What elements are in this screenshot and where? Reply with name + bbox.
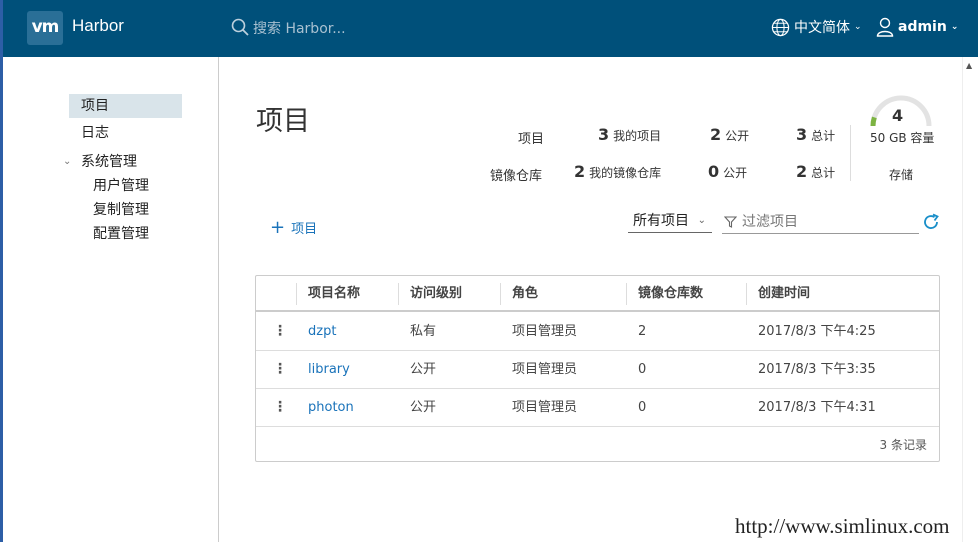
- brand-name[interactable]: Harbor: [72, 16, 124, 36]
- public-repos-stat: 0 公开: [708, 162, 748, 181]
- language-menu[interactable]: 中文简体 ⌄: [771, 17, 862, 37]
- row-actions-icon[interactable]: ⋮: [273, 313, 287, 350]
- total-projects-stat: 3 总计: [796, 125, 836, 144]
- repo-count: 2: [638, 324, 647, 339]
- username: admin: [898, 19, 947, 35]
- record-count: 3 条记录: [879, 438, 927, 452]
- access-level: 私有: [410, 324, 437, 339]
- column-header-created[interactable]: 创建时间: [758, 276, 810, 311]
- sidebar-item-admin[interactable]: 系统管理: [81, 150, 137, 174]
- refresh-icon[interactable]: [922, 213, 940, 231]
- created-time: 2017/8/3 下午3:35: [758, 362, 876, 377]
- storage-count: 4: [892, 106, 904, 125]
- column-separator: [398, 283, 399, 305]
- row-actions-icon[interactable]: ⋮: [273, 351, 287, 388]
- chevron-down-icon: ⌄: [697, 215, 706, 226]
- column-header-repo-count[interactable]: 镜像仓库数: [638, 276, 703, 311]
- sidebar-item-configuration[interactable]: 配置管理: [93, 222, 149, 246]
- filter-icon: [724, 216, 737, 228]
- table-row: ⋮ dzpt 私有 项目管理员 2 2017/8/3 下午4:25: [256, 313, 939, 351]
- repo-count: 0: [638, 400, 647, 415]
- sidebar-item-replication[interactable]: 复制管理: [93, 198, 149, 222]
- chevron-down-icon[interactable]: ⌄: [63, 156, 71, 167]
- storage-gauge-fill: [870, 116, 877, 127]
- access-level: 公开: [410, 362, 437, 377]
- my-repos-stat: 2 我的镜像仓库: [574, 162, 662, 181]
- role: 项目管理员: [512, 362, 578, 377]
- filter-input[interactable]: [742, 212, 912, 232]
- sidebar-item-logs[interactable]: 日志: [81, 121, 109, 145]
- role: 项目管理员: [512, 400, 578, 415]
- column-header-access[interactable]: 访问级别: [410, 276, 462, 311]
- plus-icon: +: [270, 216, 286, 238]
- table-row: ⋮ library 公开 项目管理员 0 2017/8/3 下午3:35: [256, 351, 939, 389]
- table-header: 项目名称 访问级别 角色 镜像仓库数 创建时间: [256, 276, 939, 312]
- chevron-down-icon: ⌄: [950, 22, 959, 32]
- scroll-up-icon[interactable]: ▲: [966, 61, 972, 70]
- language-label: 中文简体: [794, 20, 850, 36]
- add-project-button[interactable]: + 项目: [270, 218, 317, 237]
- top-header: vm Harbor 中文简体 ⌄ admin ⌄: [3, 0, 978, 57]
- column-separator: [500, 283, 501, 305]
- project-scope-select[interactable]: 所有项目 ⌄: [628, 210, 712, 233]
- table-row: ⋮ photon 公开 项目管理员 0 2017/8/3 下午4:31: [256, 389, 939, 427]
- watermark: http://www.simlinux.com: [735, 514, 950, 538]
- page-scrollbar[interactable]: ▲: [962, 57, 978, 542]
- global-search[interactable]: [231, 17, 431, 41]
- my-projects-stat: 3 我的项目: [598, 125, 662, 144]
- search-icon: [231, 18, 249, 36]
- vm-logo[interactable]: vm: [27, 11, 63, 45]
- summary-divider: [850, 125, 851, 181]
- projects-summary-label: 项目: [518, 132, 545, 147]
- repos-summary-label: 镜像仓库: [490, 169, 543, 184]
- projects-table: 项目名称 访问级别 角色 镜像仓库数 创建时间 ⋮ dzpt 私有 项目管理员 …: [255, 275, 940, 462]
- role: 项目管理员: [512, 324, 578, 339]
- column-header-role[interactable]: 角色: [512, 276, 538, 311]
- column-separator: [626, 283, 627, 305]
- globe-icon: [771, 18, 790, 36]
- main-content: 项目 项目 3 我的项目 2 公开 3 总计 镜像仓库 2 我的镜像仓库 0 公开 2 总计…: [220, 57, 962, 542]
- chevron-down-icon: ⌄: [854, 22, 862, 32]
- user-menu[interactable]: admin ⌄: [876, 17, 958, 37]
- project-name-link[interactable]: photon: [308, 389, 354, 426]
- storage-label: 存储: [889, 168, 914, 182]
- column-separator: [296, 283, 297, 305]
- column-separator: [746, 283, 747, 305]
- search-input[interactable]: [253, 17, 423, 41]
- add-project-label: 项目: [291, 222, 318, 237]
- user-icon: [876, 17, 894, 37]
- project-name-link[interactable]: dzpt: [308, 313, 336, 350]
- page-title: 项目: [256, 106, 310, 137]
- created-time: 2017/8/3 下午4:31: [758, 400, 876, 415]
- sidebar-item-projects[interactable]: 项目: [69, 94, 182, 118]
- project-name-link[interactable]: library: [308, 351, 350, 388]
- total-repos-stat: 2 总计: [796, 162, 836, 181]
- column-header-name[interactable]: 项目名称: [308, 276, 360, 311]
- access-level: 公开: [410, 400, 437, 415]
- row-actions-icon[interactable]: ⋮: [273, 389, 287, 426]
- filter-box[interactable]: [722, 210, 919, 234]
- created-time: 2017/8/3 下午4:25: [758, 324, 876, 339]
- sidebar: 项目 日志 ⌄ 系统管理 用户管理 复制管理 配置管理: [3, 57, 219, 542]
- sidebar-item-users[interactable]: 用户管理: [93, 174, 149, 198]
- project-scope-value: 所有项目: [633, 213, 689, 229]
- storage-capacity: 50 GB 容量: [870, 131, 935, 145]
- repo-count: 0: [638, 362, 647, 377]
- public-projects-stat: 2 公开: [710, 125, 750, 144]
